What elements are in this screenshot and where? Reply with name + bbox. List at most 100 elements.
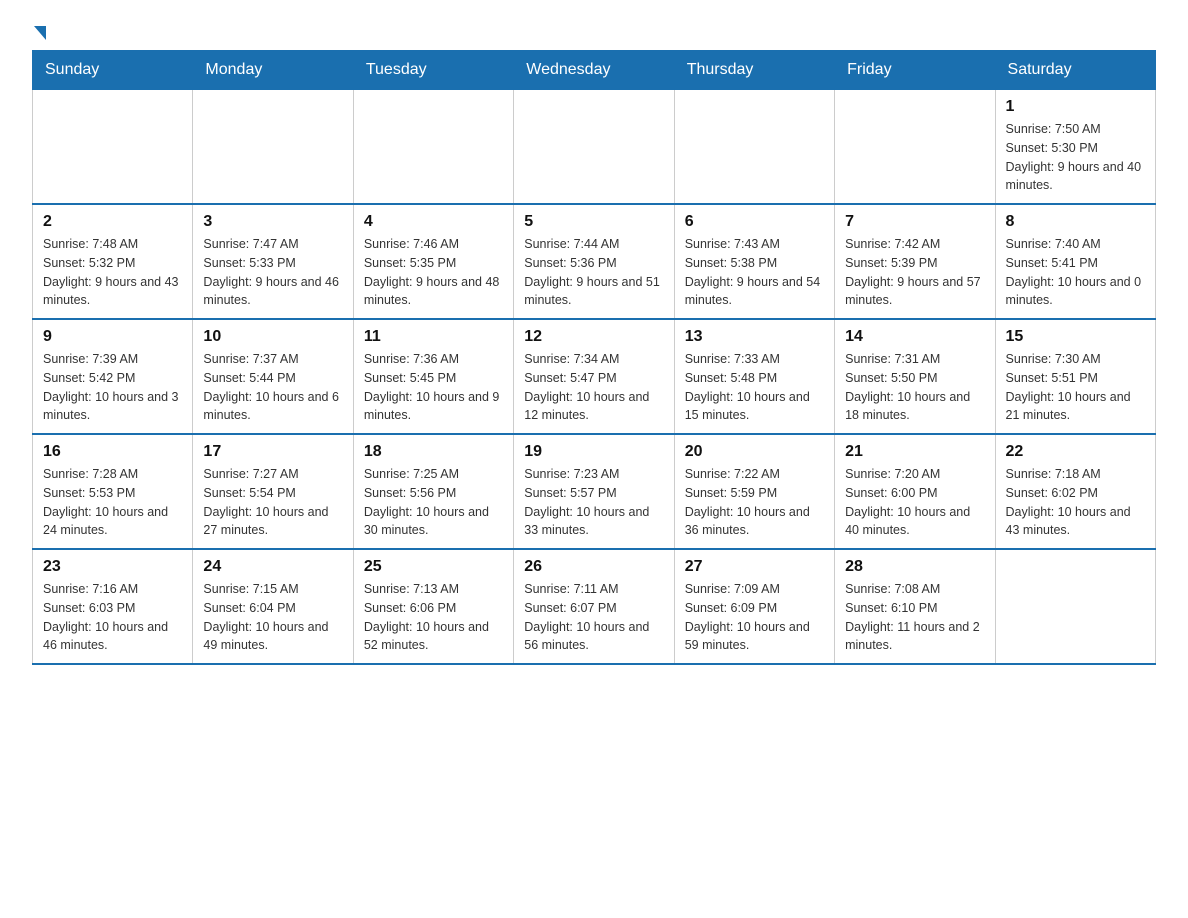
calendar-table: SundayMondayTuesdayWednesdayThursdayFrid… xyxy=(32,50,1156,665)
calendar-cell: 27 Sunrise: 7:09 AMSunset: 6:09 PMDayligh… xyxy=(674,549,834,664)
weekday-header-monday: Monday xyxy=(193,51,353,90)
day-number: 4 xyxy=(364,213,503,231)
day-number: 25 xyxy=(364,558,503,576)
weekday-header-thursday: Thursday xyxy=(674,51,834,90)
calendar-cell xyxy=(674,90,834,205)
day-number: 9 xyxy=(43,328,182,346)
day-info: Sunrise: 7:11 AMSunset: 6:07 PMDaylight:… xyxy=(524,580,663,655)
calendar-cell: 9 Sunrise: 7:39 AMSunset: 5:42 PMDaylight… xyxy=(33,319,193,434)
day-number: 28 xyxy=(845,558,984,576)
day-info: Sunrise: 7:25 AMSunset: 5:56 PMDaylight:… xyxy=(364,465,503,540)
calendar-cell: 16 Sunrise: 7:28 AMSunset: 5:53 PMDayligh… xyxy=(33,434,193,549)
calendar-cell: 5 Sunrise: 7:44 AMSunset: 5:36 PMDaylight… xyxy=(514,204,674,319)
calendar-cell: 24 Sunrise: 7:15 AMSunset: 6:04 PMDayligh… xyxy=(193,549,353,664)
calendar-cell: 1 Sunrise: 7:50 AMSunset: 5:30 PMDaylight… xyxy=(995,90,1155,205)
calendar-cell: 14 Sunrise: 7:31 AMSunset: 5:50 PMDayligh… xyxy=(835,319,995,434)
day-info: Sunrise: 7:39 AMSunset: 5:42 PMDaylight:… xyxy=(43,350,182,425)
day-number: 17 xyxy=(203,443,342,461)
day-number: 19 xyxy=(524,443,663,461)
calendar-week-row: 16 Sunrise: 7:28 AMSunset: 5:53 PMDayligh… xyxy=(33,434,1156,549)
day-number: 21 xyxy=(845,443,984,461)
calendar-cell xyxy=(835,90,995,205)
day-number: 14 xyxy=(845,328,984,346)
day-number: 13 xyxy=(685,328,824,346)
day-info: Sunrise: 7:23 AMSunset: 5:57 PMDaylight:… xyxy=(524,465,663,540)
day-info: Sunrise: 7:08 AMSunset: 6:10 PMDaylight:… xyxy=(845,580,984,655)
calendar-cell: 20Sunrise: 7:22 AMSunset: 5:59 PMDayligh… xyxy=(674,434,834,549)
day-number: 18 xyxy=(364,443,503,461)
day-info: Sunrise: 7:46 AMSunset: 5:35 PMDaylight:… xyxy=(364,235,503,310)
day-number: 22 xyxy=(1006,443,1145,461)
calendar-week-row: 2 Sunrise: 7:48 AMSunset: 5:32 PMDaylight… xyxy=(33,204,1156,319)
calendar-cell: 19 Sunrise: 7:23 AMSunset: 5:57 PMDayligh… xyxy=(514,434,674,549)
day-info: Sunrise: 7:30 AMSunset: 5:51 PMDaylight:… xyxy=(1006,350,1145,425)
day-info: Sunrise: 7:48 AMSunset: 5:32 PMDaylight:… xyxy=(43,235,182,310)
day-number: 6 xyxy=(685,213,824,231)
day-info: Sunrise: 7:15 AMSunset: 6:04 PMDaylight:… xyxy=(203,580,342,655)
calendar-week-row: 1 Sunrise: 7:50 AMSunset: 5:30 PMDaylight… xyxy=(33,90,1156,205)
calendar-cell: 8 Sunrise: 7:40 AMSunset: 5:41 PMDaylight… xyxy=(995,204,1155,319)
calendar-cell: 10Sunrise: 7:37 AMSunset: 5:44 PMDayligh… xyxy=(193,319,353,434)
calendar-cell xyxy=(353,90,513,205)
calendar-cell: 3 Sunrise: 7:47 AMSunset: 5:33 PMDaylight… xyxy=(193,204,353,319)
calendar-cell: 26 Sunrise: 7:11 AMSunset: 6:07 PMDayligh… xyxy=(514,549,674,664)
weekday-header-friday: Friday xyxy=(835,51,995,90)
day-number: 26 xyxy=(524,558,663,576)
calendar-cell xyxy=(995,549,1155,664)
day-info: Sunrise: 7:13 AMSunset: 6:06 PMDaylight:… xyxy=(364,580,503,655)
day-info: Sunrise: 7:37 AMSunset: 5:44 PMDaylight:… xyxy=(203,350,342,425)
day-info: Sunrise: 7:47 AMSunset: 5:33 PMDaylight:… xyxy=(203,235,342,310)
day-info: Sunrise: 7:31 AMSunset: 5:50 PMDaylight:… xyxy=(845,350,984,425)
calendar-cell: 15 Sunrise: 7:30 AMSunset: 5:51 PMDayligh… xyxy=(995,319,1155,434)
calendar-cell xyxy=(514,90,674,205)
calendar-cell: 17 Sunrise: 7:27 AMSunset: 5:54 PMDayligh… xyxy=(193,434,353,549)
day-info: Sunrise: 7:28 AMSunset: 5:53 PMDaylight:… xyxy=(43,465,182,540)
day-info: Sunrise: 7:20 AMSunset: 6:00 PMDaylight:… xyxy=(845,465,984,540)
day-number: 27 xyxy=(685,558,824,576)
weekday-header-wednesday: Wednesday xyxy=(514,51,674,90)
day-info: Sunrise: 7:34 AMSunset: 5:47 PMDaylight:… xyxy=(524,350,663,425)
logo-arrow-icon xyxy=(34,26,46,40)
day-number: 15 xyxy=(1006,328,1145,346)
day-number: 23 xyxy=(43,558,182,576)
calendar-week-row: 23 Sunrise: 7:16 AMSunset: 6:03 PMDayligh… xyxy=(33,549,1156,664)
calendar-cell: 21 Sunrise: 7:20 AMSunset: 6:00 PMDayligh… xyxy=(835,434,995,549)
calendar-cell: 18 Sunrise: 7:25 AMSunset: 5:56 PMDayligh… xyxy=(353,434,513,549)
calendar-cell: 22 Sunrise: 7:18 AMSunset: 6:02 PMDayligh… xyxy=(995,434,1155,549)
day-number: 7 xyxy=(845,213,984,231)
day-info: Sunrise: 7:33 AMSunset: 5:48 PMDaylight:… xyxy=(685,350,824,425)
day-info: Sunrise: 7:18 AMSunset: 6:02 PMDaylight:… xyxy=(1006,465,1145,540)
calendar-cell: 25 Sunrise: 7:13 AMSunset: 6:06 PMDayligh… xyxy=(353,549,513,664)
calendar-cell: 2 Sunrise: 7:48 AMSunset: 5:32 PMDaylight… xyxy=(33,204,193,319)
calendar-cell: 6 Sunrise: 7:43 AMSunset: 5:38 PMDaylight… xyxy=(674,204,834,319)
day-number: 24 xyxy=(203,558,342,576)
calendar-cell: 28 Sunrise: 7:08 AMSunset: 6:10 PMDayligh… xyxy=(835,549,995,664)
calendar-cell: 23 Sunrise: 7:16 AMSunset: 6:03 PMDayligh… xyxy=(33,549,193,664)
day-number: 2 xyxy=(43,213,182,231)
day-info: Sunrise: 7:50 AMSunset: 5:30 PMDaylight:… xyxy=(1006,120,1145,195)
day-info: Sunrise: 7:40 AMSunset: 5:41 PMDaylight:… xyxy=(1006,235,1145,310)
day-info: Sunrise: 7:44 AMSunset: 5:36 PMDaylight:… xyxy=(524,235,663,310)
weekday-header-tuesday: Tuesday xyxy=(353,51,513,90)
calendar-week-row: 9 Sunrise: 7:39 AMSunset: 5:42 PMDaylight… xyxy=(33,319,1156,434)
day-number: 12 xyxy=(524,328,663,346)
day-number: 1 xyxy=(1006,98,1145,116)
day-info: Sunrise: 7:36 AMSunset: 5:45 PMDaylight:… xyxy=(364,350,503,425)
weekday-header-sunday: Sunday xyxy=(33,51,193,90)
day-info: Sunrise: 7:27 AMSunset: 5:54 PMDaylight:… xyxy=(203,465,342,540)
page-header xyxy=(32,24,1156,38)
weekday-header-saturday: Saturday xyxy=(995,51,1155,90)
day-info: Sunrise: 7:16 AMSunset: 6:03 PMDaylight:… xyxy=(43,580,182,655)
calendar-cell: 7Sunrise: 7:42 AMSunset: 5:39 PMDaylight… xyxy=(835,204,995,319)
day-info: Sunrise: 7:43 AMSunset: 5:38 PMDaylight:… xyxy=(685,235,824,310)
day-number: 11 xyxy=(364,328,503,346)
calendar-cell: 12 Sunrise: 7:34 AMSunset: 5:47 PMDayligh… xyxy=(514,319,674,434)
logo xyxy=(32,24,46,38)
calendar-cell: 4 Sunrise: 7:46 AMSunset: 5:35 PMDaylight… xyxy=(353,204,513,319)
day-info: Sunrise: 7:09 AMSunset: 6:09 PMDaylight:… xyxy=(685,580,824,655)
day-number: 3 xyxy=(203,213,342,231)
calendar-header-row: SundayMondayTuesdayWednesdayThursdayFrid… xyxy=(33,51,1156,90)
day-number: 5 xyxy=(524,213,663,231)
day-number: 16 xyxy=(43,443,182,461)
day-number: 8 xyxy=(1006,213,1145,231)
